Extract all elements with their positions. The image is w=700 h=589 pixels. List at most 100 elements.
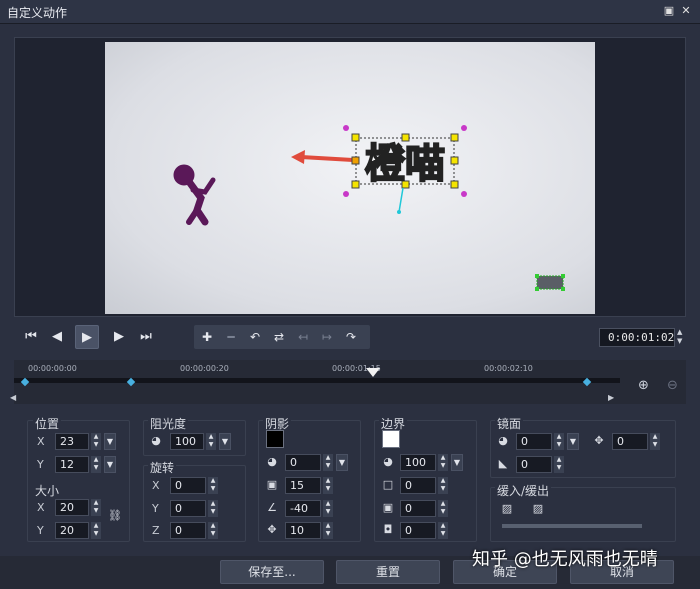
border-blur-spinner[interactable]: ▲ ▼ xyxy=(438,500,448,517)
playback-controls: ⏮ ◀ ▶ ▶ ⏭ ✚ ━ ↶ ⇄ ↤ ↦ ↷ xyxy=(14,322,686,352)
mirror-fade-input[interactable]: 0 xyxy=(516,456,552,473)
mirror-distance-icon: ✥ xyxy=(594,434,604,447)
mirror-fade-icon: ◣ xyxy=(498,457,508,470)
size-y-input[interactable]: 20 xyxy=(55,522,89,539)
rotation-x-label: X xyxy=(152,479,160,492)
opacity-dropdown[interactable]: ▼ xyxy=(219,433,231,450)
reset-button[interactable]: 重置 xyxy=(336,560,440,584)
shadow-angle-spinner[interactable]: ▲ ▼ xyxy=(323,500,333,517)
size-y-spinner[interactable]: ▲ ▼ xyxy=(91,522,101,539)
opacity-spinner[interactable]: ▲ ▼ xyxy=(206,433,216,450)
go-to-end-icon[interactable]: ⏭ xyxy=(134,325,158,349)
close-icon[interactable]: ✕ xyxy=(680,5,692,17)
position-y-dropdown[interactable]: ▼ xyxy=(104,456,116,473)
preview-canvas[interactable]: 橙喵 xyxy=(105,42,595,314)
opacity-title: 阻光度 xyxy=(148,415,189,432)
position-x-dropdown[interactable]: ▼ xyxy=(104,433,116,450)
scroll-left-icon[interactable]: ◀ xyxy=(10,393,16,402)
shadow-blur-icon: ▣ xyxy=(266,478,278,491)
shadow-distance-spinner[interactable]: ▲ ▼ xyxy=(323,522,333,539)
border-corner-spinner[interactable]: ▲ ▼ xyxy=(438,522,448,539)
add-keyframe-icon[interactable]: ✚ xyxy=(196,325,218,349)
position-x-input[interactable]: 23 xyxy=(55,433,89,450)
rotation-x-input[interactable]: 0 xyxy=(170,477,206,494)
mirror-opacity-input[interactable]: 0 xyxy=(516,433,552,450)
position-y-spinner[interactable]: ▲ ▼ xyxy=(91,456,101,473)
ease-in-icon[interactable]: ▨ xyxy=(500,503,514,515)
size-x-spinner[interactable]: ▲ ▼ xyxy=(91,499,101,516)
mirror-opacity-spinner[interactable]: ▲ ▼ xyxy=(554,433,564,450)
mirror-opacity-dropdown[interactable]: ▼ xyxy=(567,433,579,450)
mirror-distance-spinner[interactable]: ▲ ▼ xyxy=(650,433,660,450)
ease-out-icon[interactable]: ▨ xyxy=(531,503,545,515)
timecode-field[interactable]: 0:00:01:02 xyxy=(599,328,675,347)
size-x-input[interactable]: 20 xyxy=(55,499,89,516)
zoom-out-icon[interactable]: ⊖ xyxy=(667,378,678,393)
shadow-opacity-dropdown[interactable]: ▼ xyxy=(336,454,348,471)
copy-keyframe-icon[interactable]: ↷ xyxy=(340,325,362,349)
size-title: 大小 xyxy=(33,482,62,499)
remove-keyframe-icon[interactable]: ━ xyxy=(220,325,242,349)
shadow-opacity-spinner[interactable]: ▲ ▼ xyxy=(323,454,333,471)
move-left-icon[interactable]: ↤ xyxy=(292,325,314,349)
timeline-track[interactable] xyxy=(14,378,620,383)
timecode-spinner[interactable]: ▲ ▼ xyxy=(677,328,682,346)
border-opacity-icon: ◕ xyxy=(383,455,393,468)
rotation-y-spinner[interactable]: ▲ ▼ xyxy=(208,500,218,517)
scroll-right-icon[interactable]: ▶ xyxy=(608,393,614,402)
save-to-button[interactable]: 保存至... xyxy=(220,560,324,584)
opacity-icon: ◕ xyxy=(151,434,161,447)
size-y-label: Y xyxy=(37,524,44,537)
go-to-start-icon[interactable]: ⏮ xyxy=(19,325,43,349)
border-width-icon: □ xyxy=(382,478,394,491)
next-frame-icon[interactable]: ▶ xyxy=(107,325,131,349)
rotation-z-label: Z xyxy=(152,524,160,537)
mirror-distance-input[interactable]: 0 xyxy=(612,433,648,450)
swap-keyframes-icon[interactable]: ⇄ xyxy=(268,325,290,349)
position-y-input[interactable]: 12 xyxy=(55,456,89,473)
reverse-keyframes-icon[interactable]: ↶ xyxy=(244,325,266,349)
border-width-input[interactable]: 0 xyxy=(400,477,436,494)
move-right-icon[interactable]: ↦ xyxy=(316,325,338,349)
shadow-angle-input[interactable]: -40 xyxy=(285,500,321,517)
play-button[interactable]: ▶ xyxy=(75,325,99,349)
zoom-in-icon[interactable]: ⊕ xyxy=(638,378,649,393)
rotation-z-spinner[interactable]: ▲ ▼ xyxy=(208,522,218,539)
size-x-label: X xyxy=(37,501,45,514)
border-width-spinner[interactable]: ▲ ▼ xyxy=(438,477,448,494)
shadow-distance-input[interactable]: 10 xyxy=(285,522,321,539)
rotation-x-spinner[interactable]: ▲ ▼ xyxy=(208,477,218,494)
restore-icon[interactable]: ▣ xyxy=(663,5,675,17)
shadow-opacity-icon: ◕ xyxy=(267,455,277,468)
link-ratio-icon[interactable]: ⛓ xyxy=(108,510,122,522)
shadow-blur-spinner[interactable]: ▲ ▼ xyxy=(323,477,333,494)
border-color-swatch[interactable] xyxy=(382,430,400,448)
shadow-opacity-input[interactable]: 0 xyxy=(285,454,321,471)
shadow-color-swatch[interactable] xyxy=(266,430,284,448)
motion-arrow xyxy=(300,155,354,162)
overlay-thumbnail[interactable] xyxy=(536,275,564,290)
arrow-head xyxy=(291,150,305,164)
timeline-mark: 00:00:00:00 xyxy=(28,364,77,373)
opacity-input[interactable]: 100 xyxy=(170,433,204,450)
mirror-fade-spinner[interactable]: ▲ ▼ xyxy=(554,456,564,473)
position-x-spinner[interactable]: ▲ ▼ xyxy=(91,433,101,450)
playhead[interactable] xyxy=(366,368,380,377)
pivot-point[interactable] xyxy=(397,210,401,214)
shadow-blur-input[interactable]: 15 xyxy=(285,477,321,494)
rotation-z-input[interactable]: 0 xyxy=(170,522,206,539)
ease-slider[interactable] xyxy=(502,524,642,528)
watermark: 知乎 @也无风雨也无晴 xyxy=(472,549,658,570)
border-opacity-dropdown[interactable]: ▼ xyxy=(451,454,463,471)
border-corner-input[interactable]: 0 xyxy=(400,522,436,539)
border-blur-icon: ▣ xyxy=(382,501,394,514)
canvas-text[interactable]: 橙喵 xyxy=(364,140,446,188)
prev-frame-icon[interactable]: ◀ xyxy=(45,325,69,349)
rotation-y-input[interactable]: 0 xyxy=(170,500,206,517)
shadow-distance-icon: ✥ xyxy=(267,523,277,536)
border-opacity-input[interactable]: 100 xyxy=(400,454,436,471)
position-title: 位置 xyxy=(33,415,62,432)
mirror-title: 镜面 xyxy=(495,415,524,432)
border-opacity-spinner[interactable]: ▲ ▼ xyxy=(438,454,448,471)
border-blur-input[interactable]: 0 xyxy=(400,500,436,517)
